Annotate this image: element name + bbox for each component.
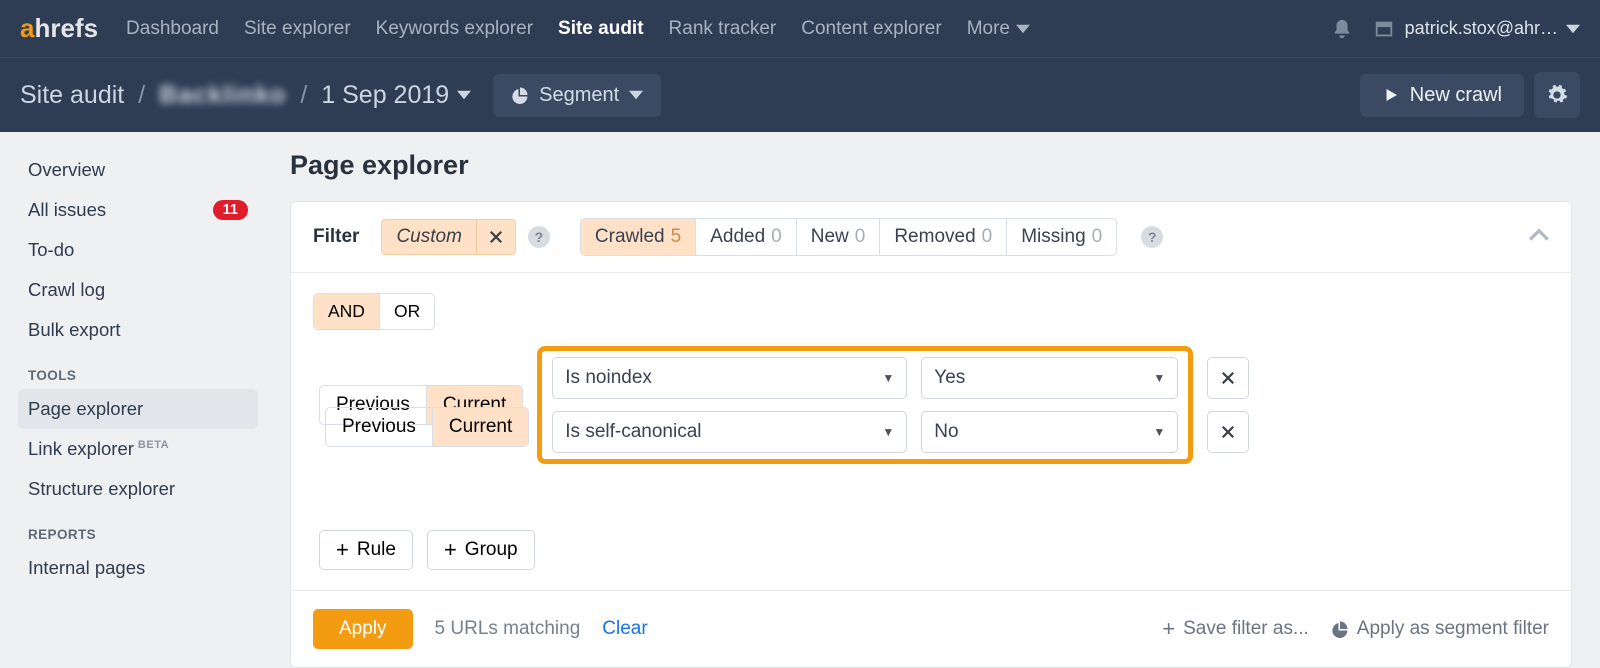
metric-select[interactable]: Is self-canonical▼ — [552, 411, 907, 453]
nav-site-explorer[interactable]: Site explorer — [244, 18, 351, 40]
prev-current-toggle: Previous Current — [325, 407, 529, 447]
nav-more[interactable]: More — [967, 18, 1030, 40]
segment-button[interactable]: Segment — [493, 74, 661, 117]
logic-and[interactable]: AND — [314, 294, 380, 329]
pie-icon — [1331, 620, 1349, 638]
issues-badge: 11 — [213, 200, 248, 220]
logo[interactable]: ahrefs — [20, 13, 98, 45]
filter-panel: Filter Custom ? Crawled5 Added0 New0 Rem… — [290, 201, 1572, 668]
gear-icon — [1546, 84, 1568, 106]
custom-chip-label: Custom — [382, 220, 476, 254]
bell-icon[interactable] — [1331, 18, 1353, 40]
metric-select[interactable]: Is noindex▼ — [552, 357, 907, 399]
filter-rule-row: Previous Current Is noindex▼ Yes▼ Is sel… — [313, 346, 1549, 464]
status-pills: Crawled5 Added0 New0 Removed0 Missing0 — [580, 218, 1117, 256]
nav-keywords-explorer[interactable]: Keywords explorer — [376, 18, 533, 40]
sidebar-item-structure-explorer[interactable]: Structure explorer — [18, 469, 258, 509]
plus-icon: + — [336, 539, 349, 561]
pill-missing[interactable]: Missing0 — [1007, 219, 1116, 255]
sidebar-item-todo[interactable]: To-do — [18, 230, 258, 270]
play-icon — [1382, 86, 1400, 104]
collapse-panel[interactable] — [1529, 228, 1549, 247]
sidebar-section-reports: REPORTS — [18, 509, 258, 548]
custom-filter-chip: Custom — [381, 219, 515, 255]
help-icon-pills[interactable]: ? — [1141, 226, 1163, 248]
user-menu[interactable]: patrick.stox@ahr… — [1405, 18, 1580, 39]
sidebar-item-internal-pages[interactable]: Internal pages — [18, 548, 258, 588]
nav-rank-tracker[interactable]: Rank tracker — [669, 18, 777, 40]
sidebar-item-bulk-export[interactable]: Bulk export — [18, 310, 258, 350]
help-icon[interactable]: ? — [528, 226, 550, 248]
pie-icon — [511, 86, 529, 104]
pill-crawled[interactable]: Crawled5 — [581, 219, 696, 255]
remove-rule-button[interactable] — [1207, 357, 1249, 399]
new-crawl-button[interactable]: New crawl — [1360, 74, 1524, 117]
settings-button[interactable] — [1534, 72, 1580, 118]
close-icon — [1219, 369, 1237, 387]
add-group-button[interactable]: +Group — [427, 530, 535, 570]
value-select[interactable]: No▼ — [921, 411, 1178, 453]
add-rule-button[interactable]: +Rule — [319, 530, 413, 570]
breadcrumb: Site audit / Backlinko / 1 Sep 2019 — [20, 81, 471, 110]
sidebar-item-all-issues[interactable]: All issues11 — [18, 190, 258, 230]
sidebar-item-link-explorer[interactable]: Link explorerBETA — [18, 429, 258, 469]
logic-toggle: AND OR — [313, 293, 435, 330]
pill-added[interactable]: Added0 — [696, 219, 797, 255]
sidebar-item-crawl-log[interactable]: Crawl log — [18, 270, 258, 310]
nav-dashboard[interactable]: Dashboard — [126, 18, 219, 40]
window-icon[interactable] — [1373, 18, 1395, 40]
top-nav: ahrefs Dashboard Site explorer Keywords … — [0, 0, 1600, 57]
breadcrumb-root[interactable]: Site audit — [20, 81, 124, 110]
beta-badge: BETA — [138, 439, 169, 451]
sidebar: Overview All issues11 To-do Crawl log Bu… — [0, 132, 266, 625]
plus-icon: + — [1162, 618, 1175, 640]
value-select[interactable]: Yes▼ — [921, 357, 1178, 399]
sidebar-section-tools: TOOLS — [18, 350, 258, 389]
matching-count: 5 URLs matching — [435, 618, 581, 640]
previous-button[interactable]: Previous — [326, 408, 433, 446]
apply-segment-button[interactable]: Apply as segment filter — [1331, 618, 1549, 640]
sidebar-item-page-explorer[interactable]: Page explorer — [18, 389, 258, 429]
breadcrumb-bar: Site audit / Backlinko / 1 Sep 2019 Segm… — [0, 57, 1600, 132]
filter-footer: Apply 5 URLs matching Clear +Save filter… — [291, 590, 1571, 667]
custom-chip-remove[interactable] — [477, 224, 515, 250]
save-filter-button[interactable]: +Save filter as... — [1162, 618, 1309, 640]
clear-link[interactable]: Clear — [602, 618, 647, 640]
remove-rule-button[interactable] — [1207, 411, 1249, 453]
nav-content-explorer[interactable]: Content explorer — [801, 18, 941, 40]
nav-site-audit[interactable]: Site audit — [558, 18, 644, 40]
plus-icon: + — [444, 539, 457, 561]
main: Page explorer Filter Custom ? Crawled5 A… — [266, 132, 1600, 625]
filter-label: Filter — [313, 226, 359, 248]
current-button[interactable]: Current — [433, 408, 528, 446]
breadcrumb-date[interactable]: 1 Sep 2019 — [321, 81, 471, 110]
close-icon — [487, 228, 505, 246]
highlighted-selects: Is noindex▼ Yes▼ Is self-canonical▼ No▼ — [537, 346, 1193, 464]
page-title: Page explorer — [290, 150, 1572, 181]
pill-new[interactable]: New0 — [797, 219, 881, 255]
sidebar-item-overview[interactable]: Overview — [18, 150, 258, 190]
logic-or[interactable]: OR — [380, 294, 434, 329]
pill-removed[interactable]: Removed0 — [880, 219, 1007, 255]
apply-button[interactable]: Apply — [313, 609, 413, 649]
close-icon — [1219, 423, 1237, 441]
breadcrumb-site[interactable]: Backlinko — [159, 81, 286, 110]
